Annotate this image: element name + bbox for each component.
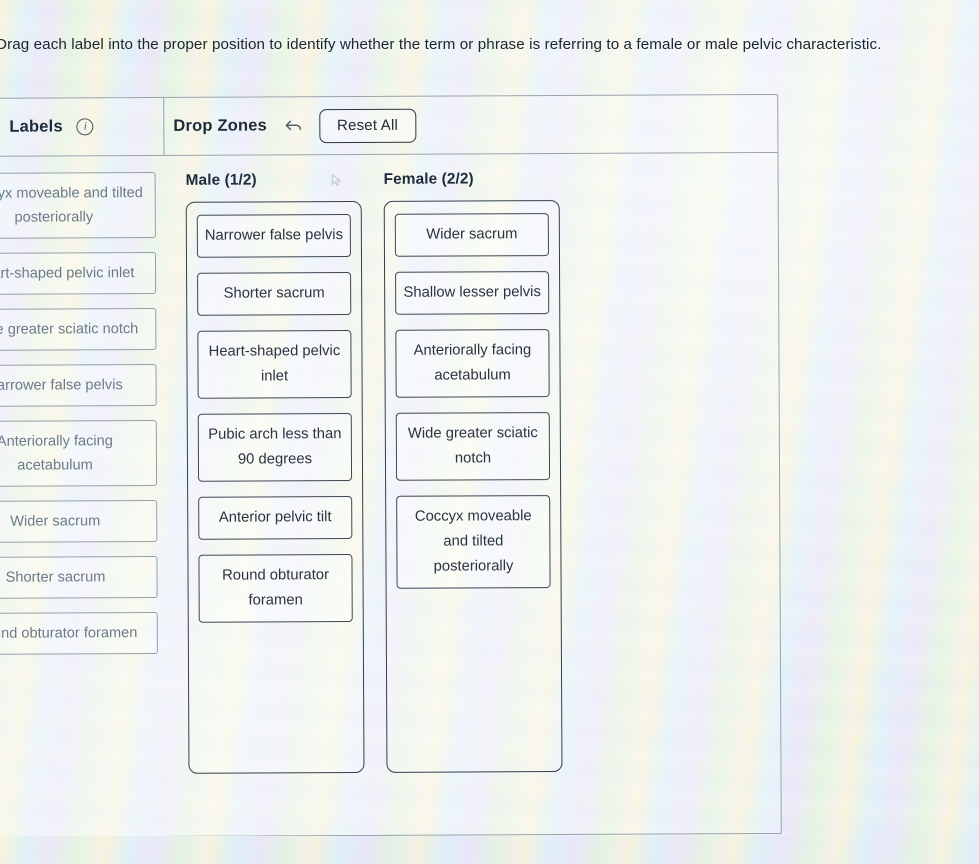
- drop-zone-female-title: Female (2/2): [384, 168, 560, 191]
- dropped-chip[interactable]: Heart-shaped pelvic inlet: [197, 330, 352, 399]
- drag-drop-panel: Labels i Drop Zones Reset All Coccyx mov…: [0, 93, 782, 839]
- undo-arrow-icon[interactable]: [283, 117, 303, 135]
- label-chip[interactable]: Round obturator foramen: [0, 611, 158, 655]
- dropped-chip[interactable]: Shallow lesser pelvis: [395, 271, 550, 315]
- panel-header: Labels i Drop Zones Reset All: [0, 94, 778, 158]
- dropped-chip[interactable]: Anteriorally facing acetabulum: [395, 329, 550, 398]
- drop-zones-area: Male (1/2) Narrower false pelvis Shorter…: [163, 153, 780, 836]
- labels-header: Labels i: [0, 98, 163, 156]
- dropped-chip[interactable]: Narrower false pelvis: [196, 214, 351, 258]
- labels-title: Labels: [9, 117, 63, 136]
- labels-bank: Coccyx moveable and tilted posteriorally…: [0, 156, 167, 837]
- reset-all-button[interactable]: Reset All: [318, 108, 417, 143]
- pointer-cursor-icon: [329, 173, 344, 188]
- dropped-chip[interactable]: Wider sacrum: [394, 213, 549, 257]
- dropped-chip[interactable]: Anterior pelvic tilt: [198, 496, 353, 540]
- dropped-chip[interactable]: Round obturator foramen: [198, 554, 353, 623]
- info-icon[interactable]: i: [76, 118, 94, 136]
- label-chip[interactable]: Wider sacrum: [0, 499, 158, 543]
- bottom-fade: [0, 836, 979, 864]
- dropped-chip[interactable]: Wide greater sciatic notch: [395, 412, 551, 481]
- label-chip[interactable]: Wide greater sciatic notch: [0, 307, 157, 351]
- drop-zone-male-box[interactable]: Narrower false pelvis Shorter sacrum Hea…: [185, 200, 365, 774]
- label-chip[interactable]: Heart-shaped pelvic inlet: [0, 251, 157, 295]
- drop-zone-male-label: Male (1/2): [185, 171, 257, 189]
- label-chip[interactable]: Coccyx moveable and tilted posteriorally: [0, 171, 156, 239]
- dropped-chip[interactable]: Shorter sacrum: [197, 272, 352, 316]
- dropped-chip[interactable]: Pubic arch less than 90 degrees: [197, 413, 353, 482]
- dropped-chip[interactable]: Coccyx moveable and tilted posteriorally: [396, 495, 551, 589]
- drop-zone-female-label: Female (2/2): [383, 170, 474, 188]
- drop-zones-header: Drop Zones Reset All: [163, 97, 417, 155]
- drop-zones-title: Drop Zones: [173, 116, 268, 135]
- panel-body: Coccyx moveable and tilted posteriorally…: [0, 153, 781, 837]
- drop-zone-female-box[interactable]: Wider sacrum Shallow lesser pelvis Anter…: [383, 200, 563, 773]
- label-chip[interactable]: Narrower false pelvis: [0, 363, 157, 407]
- column-divider: [163, 97, 165, 155]
- label-chip[interactable]: Shorter sacrum: [0, 555, 158, 599]
- drop-zone-male: Male (1/2) Narrower false pelvis Shorter…: [186, 169, 365, 836]
- label-chip[interactable]: Anteriorally facing acetabulum: [0, 419, 158, 487]
- drop-zone-male-title: Male (1/2): [186, 169, 362, 192]
- question-prompt: Drag each label into the proper position…: [0, 36, 882, 53]
- drop-zone-female: Female (2/2) Wider sacrum Shallow lesser…: [384, 168, 563, 835]
